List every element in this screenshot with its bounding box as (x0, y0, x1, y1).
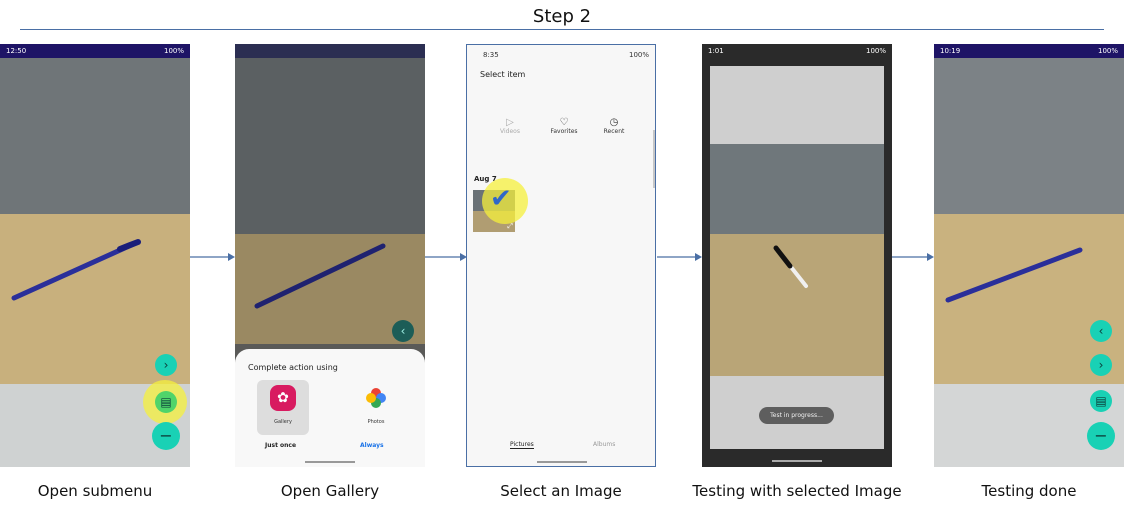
phone-screen-4: 1:01 100% Test in progress... (702, 44, 892, 467)
phone-screen-1: 12:50 100% › ▤ − (0, 44, 190, 467)
scrollbar[interactable] (653, 130, 655, 188)
tab-recent[interactable]: ◷ Recent (597, 117, 631, 135)
photos-label: Photos (367, 419, 385, 425)
chevron-right-icon[interactable]: › (155, 354, 177, 376)
chevron-left-icon[interactable]: ‹ (392, 320, 414, 342)
sheet-title: Complete action using (248, 363, 338, 372)
tab-videos[interactable]: ▷ Videos (495, 117, 525, 135)
caption-step-4: Testing with selected Image (692, 482, 902, 500)
home-indicator (305, 461, 355, 463)
home-indicator (772, 460, 822, 462)
gallery-app-option[interactable]: ✿ Gallery (257, 380, 309, 435)
image-icon[interactable]: ▤ (1090, 390, 1112, 412)
caption-step-1: Open submenu (37, 482, 153, 500)
step-title: Step 2 (532, 6, 592, 27)
tab-albums[interactable]: Albums (593, 441, 615, 448)
gallery-icon: ✿ (270, 385, 296, 411)
caption-step-2: Open Gallery (280, 482, 380, 500)
home-indicator (537, 461, 587, 463)
tab-pictures[interactable]: Pictures (510, 441, 534, 449)
status-battery: 100% (1097, 47, 1118, 55)
status-bar: 10:19 100% (934, 44, 1124, 58)
picker-title: Select item (480, 70, 526, 79)
flow-arrow-4 (892, 253, 934, 261)
caption-step-5: Testing done (981, 482, 1077, 500)
flow-arrow-1 (190, 253, 235, 261)
phone-screen-3: 8:35 100% Select item ▷ Videos ♡ Favorit… (466, 44, 656, 467)
title-divider (20, 29, 1104, 30)
share-sheet: Complete action using ✿ Gallery Photos J… (235, 349, 425, 467)
always-button[interactable]: Always (360, 442, 384, 449)
clock-icon: ◷ (609, 117, 619, 128)
status-battery: 100% (865, 47, 886, 55)
image-icon[interactable]: ▤ (155, 391, 177, 413)
minus-icon[interactable]: − (1087, 422, 1115, 450)
status-battery: 100% (628, 51, 649, 59)
toast-message: Test in progress... (759, 407, 834, 424)
photos-icon (366, 388, 386, 408)
flow-arrow-2 (425, 253, 467, 261)
selected-image-preview (710, 66, 884, 449)
just-once-button[interactable]: Just once (265, 442, 296, 449)
video-icon: ▷ (506, 117, 514, 128)
status-time: 10:19 (940, 47, 961, 55)
tab-favorites[interactable]: ♡ Favorites (547, 117, 581, 135)
flow-arrow-3 (657, 253, 702, 261)
phone-screen-5: 10:19 100% ‹ › ▤ − (934, 44, 1124, 467)
status-time: 1:01 (708, 47, 724, 55)
status-bar: 8:35 100% (467, 48, 655, 62)
status-time: 12:50 (6, 47, 27, 55)
minus-icon[interactable]: − (152, 422, 180, 450)
chevron-right-icon[interactable]: › (1090, 354, 1112, 376)
status-bar: 1:01 100% (702, 44, 892, 58)
caption-step-3: Select an Image (500, 482, 622, 500)
heart-icon: ♡ (559, 117, 569, 128)
status-time: 8:35 (483, 51, 499, 59)
photos-app-option[interactable]: Photos (350, 380, 402, 435)
phone-screen-2: ‹ Complete action using ✿ Gallery Photos… (235, 44, 425, 467)
check-icon: ✔ (490, 184, 512, 214)
status-battery: 100% (163, 47, 184, 55)
gallery-label: Gallery (274, 419, 292, 425)
chevron-left-icon[interactable]: ‹ (1090, 320, 1112, 342)
status-bar: 12:50 100% (0, 44, 190, 58)
